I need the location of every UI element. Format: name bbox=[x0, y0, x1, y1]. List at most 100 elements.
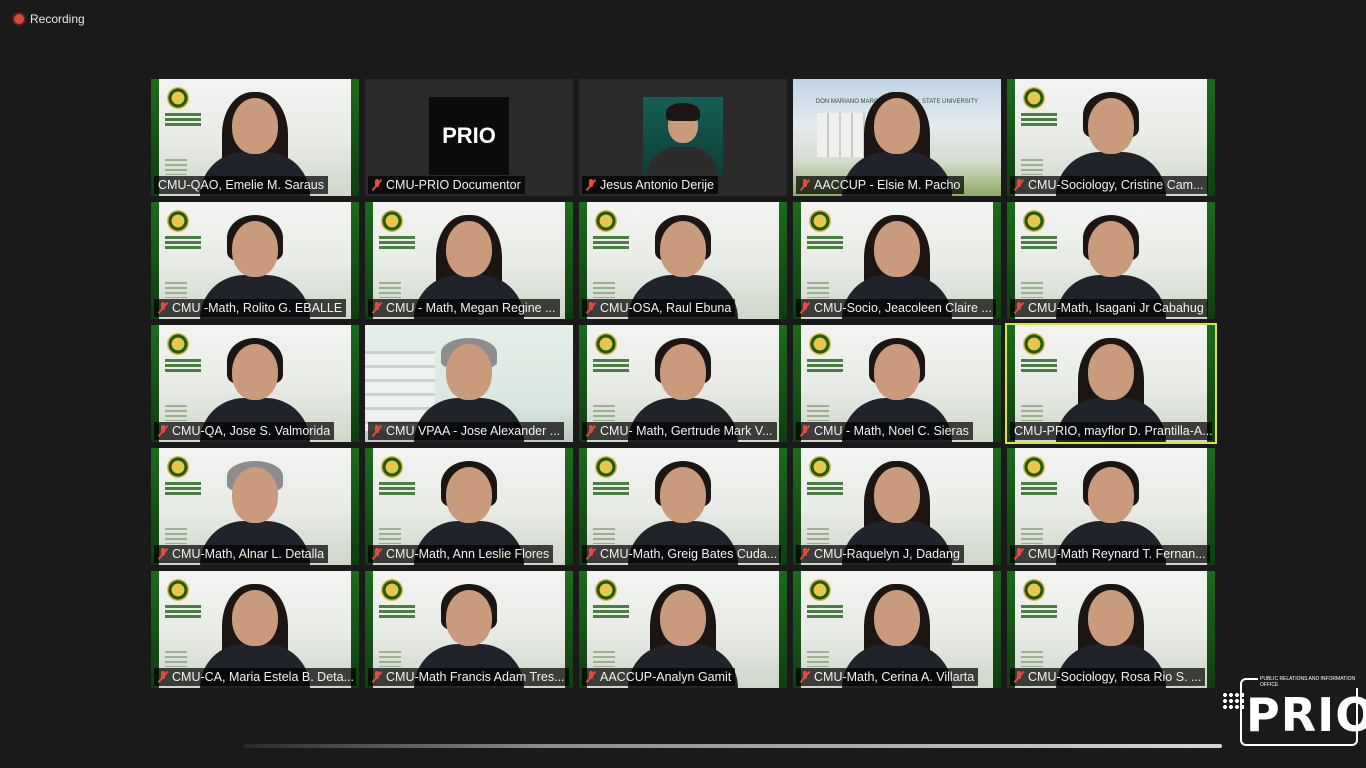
recording-dot-icon bbox=[14, 14, 24, 24]
muted-microphone-icon bbox=[800, 302, 810, 314]
participant-tile[interactable]: CMU- Math, Gertrude Mark V... bbox=[579, 325, 787, 442]
participant-tile[interactable]: CMU-Math Francis Adam Tres... bbox=[365, 571, 573, 688]
university-seal-icon bbox=[1023, 87, 1045, 109]
profile-photo bbox=[643, 97, 723, 175]
participant-tile[interactable]: PRIO CMU-PRIO Documentor bbox=[365, 79, 573, 196]
participant-tile[interactable]: CMU-PRIO, mayflor D. Prantilla-A... bbox=[1005, 323, 1217, 444]
person-body bbox=[648, 147, 718, 175]
participant-tile[interactable]: CMU-OSA, Raul Ebuna bbox=[579, 202, 787, 319]
person-head bbox=[874, 98, 920, 154]
participant-name-label: CMU-Math, Alnar L. Detalla bbox=[154, 545, 329, 563]
person-head bbox=[1088, 590, 1134, 646]
background-text-lines bbox=[593, 405, 615, 421]
participant-name: AACCUP - Elsie M. Pacho bbox=[814, 178, 961, 192]
participant-tile[interactable]: CMU - Math, Noel C. Sieras bbox=[793, 325, 1001, 442]
background-stripe bbox=[993, 571, 1001, 688]
participant-tile[interactable]: CMU-QAO, Emelie M. Saraus bbox=[151, 79, 359, 196]
participant-name: CMU-QA, Jose S. Valmorida bbox=[172, 424, 331, 438]
university-wordmark bbox=[1021, 605, 1057, 619]
horizontal-scrollbar[interactable] bbox=[244, 744, 1222, 748]
participant-name-label: CMU-Socio, Jeacoleen Claire ... bbox=[796, 299, 996, 317]
participant-name-label: CMU-QAO, Emelie M. Saraus bbox=[154, 176, 329, 194]
participant-name-label: AACCUP-Analyn Gamit bbox=[582, 668, 736, 686]
person-head bbox=[874, 344, 920, 400]
participant-name-label: CMU-Sociology, Rosa Rio S. ... bbox=[1010, 668, 1206, 686]
university-wordmark bbox=[379, 236, 415, 250]
participant-tile[interactable]: CMU-Math, Ann Leslie Flores bbox=[365, 448, 573, 565]
person-head bbox=[446, 467, 492, 523]
participant-tile[interactable]: CMU-Math, Isagani Jr Cabahug bbox=[1007, 202, 1215, 319]
muted-microphone-icon bbox=[372, 425, 382, 437]
background-text-lines bbox=[379, 651, 401, 667]
participant-tile[interactable]: CMU-Socio, Jeacoleen Claire ... bbox=[793, 202, 1001, 319]
background-text-lines bbox=[1021, 159, 1043, 175]
participant-name-label: CMU - Math, Noel C. Sieras bbox=[796, 422, 973, 440]
participant-tile[interactable]: CMU-Math, Cerina A. Villarta bbox=[793, 571, 1001, 688]
participant-name: CMU-Math, Isagani Jr Cabahug bbox=[1028, 301, 1204, 315]
muted-microphone-icon bbox=[586, 302, 596, 314]
participant-tile[interactable]: CMU VPAA - Jose Alexander ... bbox=[365, 325, 573, 442]
participant-tile[interactable]: CMU-Sociology, Cristine Cam... bbox=[1007, 79, 1215, 196]
participant-grid: CMU-QAO, Emelie M. Saraus PRIO CMU-PRIO Do… bbox=[151, 79, 1217, 688]
participant-tile[interactable]: CMU - Math, Megan Regine ... bbox=[365, 202, 573, 319]
participant-tile[interactable]: CMU-Math, Greig Bates Cuda... bbox=[579, 448, 787, 565]
person-head bbox=[446, 590, 492, 646]
participant-name: CMU-Math Reynard T. Fernan... bbox=[1028, 547, 1206, 561]
participant-tile[interactable]: DON MARIANO MARCOS MEMORIAL STATE UNIVER… bbox=[793, 79, 1001, 196]
university-wordmark bbox=[165, 605, 201, 619]
participant-name: CMU-Math, Greig Bates Cuda... bbox=[600, 547, 778, 561]
person-head bbox=[874, 590, 920, 646]
person-head bbox=[660, 467, 706, 523]
university-wordmark bbox=[165, 113, 201, 127]
background-text-lines bbox=[379, 528, 401, 544]
participant-name-label: AACCUP - Elsie M. Pacho bbox=[796, 176, 965, 194]
muted-microphone-icon bbox=[372, 179, 382, 191]
background-text-lines bbox=[165, 282, 187, 298]
participant-name: CMU-Math, Alnar L. Detalla bbox=[172, 547, 325, 561]
background-stripe bbox=[779, 202, 787, 319]
participant-tile[interactable]: CMU-Math Reynard T. Fernan... bbox=[1007, 448, 1215, 565]
prio-watermark-tagline: PUBLIC RELATIONS AND INFORMATION OFFICE bbox=[1258, 676, 1358, 688]
participant-tile[interactable]: Jesus Antonio Derije bbox=[579, 79, 787, 196]
university-seal-icon bbox=[809, 579, 831, 601]
person-head bbox=[232, 221, 278, 277]
person-head bbox=[874, 467, 920, 523]
muted-microphone-icon bbox=[800, 425, 810, 437]
participant-name-label: CMU-OSA, Raul Ebuna bbox=[582, 299, 736, 317]
participant-tile[interactable]: CMU-Sociology, Rosa Rio S. ... bbox=[1007, 571, 1215, 688]
background-stripe bbox=[993, 448, 1001, 565]
participant-name-label: CMU-QA, Jose S. Valmorida bbox=[154, 422, 335, 440]
participant-tile[interactable]: CMU-Raquelyn J, Dadang bbox=[793, 448, 1001, 565]
person-head bbox=[660, 590, 706, 646]
background-stripe bbox=[779, 571, 787, 688]
participant-name: AACCUP-Analyn Gamit bbox=[600, 670, 732, 684]
prio-watermark-word: PRIO bbox=[1246, 688, 1366, 742]
participant-name-label: CMU-PRIO Documentor bbox=[368, 176, 525, 194]
participant-tile[interactable]: CMU-QA, Jose S. Valmorida bbox=[151, 325, 359, 442]
muted-microphone-icon bbox=[158, 548, 168, 560]
university-wordmark bbox=[807, 236, 843, 250]
participant-tile[interactable]: CMU -Math, Rolito G. EBALLE bbox=[151, 202, 359, 319]
background-text-lines bbox=[593, 282, 615, 298]
participant-tile[interactable]: CMU-CA, Maria Estela B. Deta... bbox=[151, 571, 359, 688]
person-head bbox=[232, 98, 278, 154]
university-seal-icon bbox=[1023, 456, 1045, 478]
participant-tile[interactable]: AACCUP-Analyn Gamit bbox=[579, 571, 787, 688]
background-text-lines bbox=[165, 405, 187, 421]
background-text-lines bbox=[807, 528, 829, 544]
university-seal-icon bbox=[381, 456, 403, 478]
participant-name: CMU-PRIO Documentor bbox=[386, 178, 521, 192]
university-wordmark bbox=[165, 359, 201, 373]
participant-tile[interactable]: CMU-Math, Alnar L. Detalla bbox=[151, 448, 359, 565]
university-wordmark bbox=[1021, 359, 1057, 373]
participant-name: CMU-Math, Ann Leslie Flores bbox=[386, 547, 550, 561]
pixel-dots-icon bbox=[1222, 692, 1244, 710]
participant-name-label: CMU- Math, Gertrude Mark V... bbox=[582, 422, 777, 440]
muted-microphone-icon bbox=[800, 671, 810, 683]
participant-name: CMU-Socio, Jeacoleen Claire ... bbox=[814, 301, 992, 315]
university-seal-icon bbox=[595, 456, 617, 478]
background-text-lines bbox=[807, 282, 829, 298]
participant-name: CMU-Raquelyn J, Dadang bbox=[814, 547, 960, 561]
participant-name: CMU - Math, Megan Regine ... bbox=[386, 301, 556, 315]
background-stripe bbox=[351, 325, 359, 442]
